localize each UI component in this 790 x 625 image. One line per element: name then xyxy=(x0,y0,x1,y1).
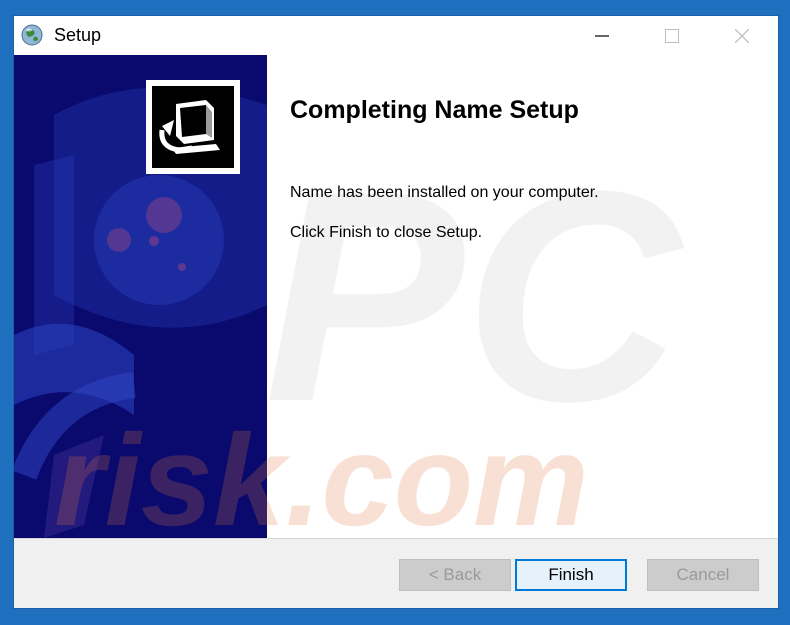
wizard-content: PC risk.com Completing Name Setup Name h… xyxy=(14,55,778,538)
title-bar[interactable]: Setup xyxy=(14,16,778,55)
page-title: Completing Name Setup xyxy=(290,96,579,124)
computer-install-icon xyxy=(159,100,220,154)
finish-button[interactable]: Finish xyxy=(515,559,627,591)
minimize-button[interactable] xyxy=(568,16,636,55)
cancel-button[interactable]: Cancel xyxy=(647,559,759,591)
minimize-icon xyxy=(595,34,609,37)
maximize-icon xyxy=(665,28,679,43)
install-complete-message: Name has been installed on your computer… xyxy=(290,184,599,201)
finish-instruction: Click Finish to close Setup. xyxy=(290,224,483,241)
svg-text:PC: PC xyxy=(264,128,684,464)
maximize-button[interactable] xyxy=(638,16,706,55)
window-title: Setup xyxy=(54,25,102,45)
back-button[interactable]: < Back xyxy=(399,559,511,591)
wizard-side-banner xyxy=(14,55,267,538)
setup-globe-icon xyxy=(21,24,43,46)
close-icon xyxy=(735,28,749,43)
installer-logo xyxy=(146,80,240,174)
close-button[interactable] xyxy=(708,16,776,55)
setup-window: Setup PC risk.com Completing Name Setup … xyxy=(13,15,779,609)
button-separator xyxy=(14,538,778,539)
